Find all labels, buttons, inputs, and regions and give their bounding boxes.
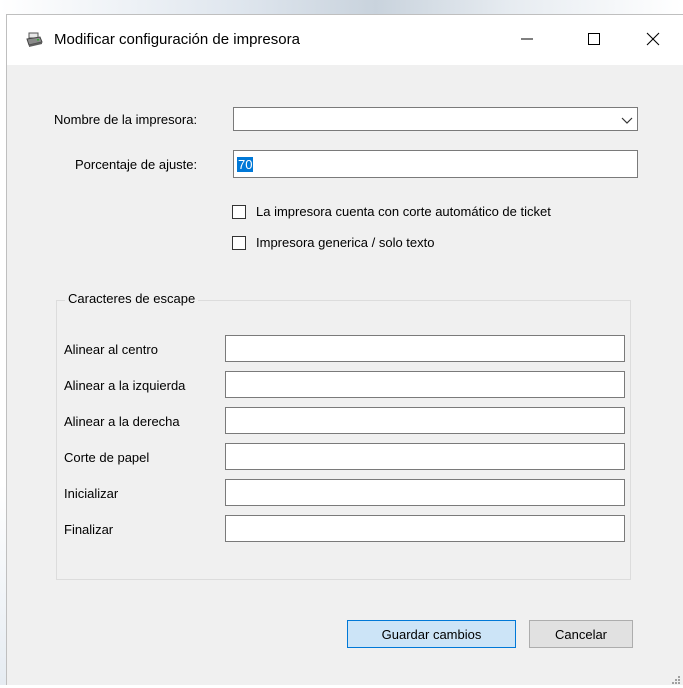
align-left-label: Alinear a la izquierda [64,378,186,393]
close-button[interactable] [630,15,676,65]
align-center-label: Alinear al centro [64,342,158,357]
auto-cut-checkbox[interactable] [232,204,246,219]
align-left-input[interactable] [225,371,625,398]
generic-printer-label: Impresora generica / solo texto [256,235,435,250]
align-right-label: Alinear a la derecha [64,414,180,429]
chevron-down-icon [621,114,633,124]
dialog-window: Modificar configuración de impresora Nom… [6,14,683,685]
close-icon [646,32,660,49]
escape-group-title: Caracteres de escape [65,291,199,306]
initialize-input[interactable] [225,479,625,506]
minimize-icon [520,32,534,49]
percentage-value: 70 [237,157,254,172]
generic-printer-checkbox[interactable] [232,235,246,250]
maximize-icon [587,32,601,49]
minimize-button[interactable] [504,15,550,65]
resize-grip-icon[interactable] [671,673,681,684]
cancel-button[interactable]: Cancelar [529,620,633,648]
align-right-input[interactable] [225,407,625,434]
percentage-label: Porcentaje de ajuste: [75,157,198,172]
auto-cut-label: La impresora cuenta con corte automático… [256,204,551,219]
percentage-input[interactable]: 70 [233,150,638,178]
printer-icon [25,31,43,49]
printer-name-select[interactable] [233,107,638,131]
paper-cut-input[interactable] [225,443,625,470]
auto-cut-checkbox-row[interactable]: La impresora cuenta con corte automático… [232,204,551,219]
initialize-label: Inicializar [64,486,119,501]
generic-printer-checkbox-row[interactable]: Impresora generica / solo texto [232,235,434,250]
paper-cut-label: Corte de papel [64,450,150,465]
title-bar[interactable]: Modificar configuración de impresora [7,15,683,65]
maximize-button[interactable] [571,15,617,65]
printer-name-label: Nombre de la impresora: [54,112,198,127]
save-button[interactable]: Guardar cambios [347,620,516,648]
align-center-input[interactable] [225,335,625,362]
desktop-background [0,0,683,14]
window-title: Modificar configuración de impresora [54,31,300,48]
finalize-label: Finalizar [64,522,114,537]
finalize-input[interactable] [225,515,625,542]
